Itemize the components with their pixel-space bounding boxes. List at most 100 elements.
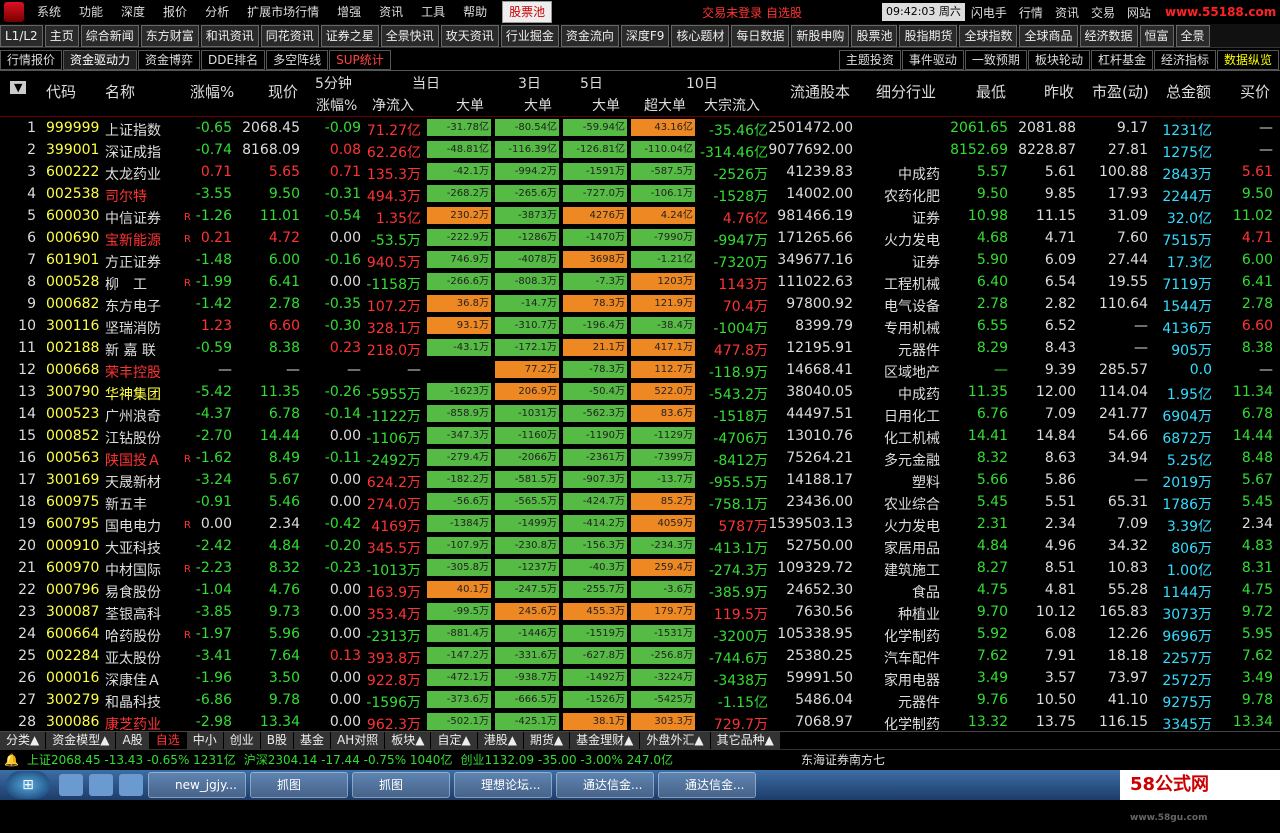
tab-left[interactable]: 行情报价: [0, 49, 63, 70]
tab-left[interactable]: 资金驱动力: [63, 49, 138, 70]
toolbar-button[interactable]: 全球商品: [1019, 24, 1078, 47]
table-row[interactable]: 25 002284 亚太股份 -3.41 7.64 0.13 393.8万 -147.2万 -3…: [0, 645, 1280, 667]
table-row[interactable]: 2 399001 深证成指 -0.74 8168.09 0.08 62.26亿 -48.81亿…: [0, 139, 1280, 161]
table-row[interactable]: 1 999999 上证指数 -0.65 2068.45 -0.09 71.27亿 -31.78…: [0, 117, 1280, 139]
toolbar-button[interactable]: 行业掘金: [500, 24, 559, 47]
menu-trade[interactable]: 交易: [1085, 4, 1121, 21]
toolbar-button[interactable]: 东方财富: [140, 24, 199, 47]
table-row[interactable]: 13 300790 华神集团 -5.42 11.35 -0.26 -5955万 -1623万 2…: [0, 381, 1280, 403]
col-price[interactable]: 现价: [268, 81, 298, 102]
col-float-shares[interactable]: 流通股本: [790, 81, 850, 102]
col-5min-change[interactable]: 涨幅%: [316, 95, 357, 115]
market-tab[interactable]: 港股▲: [477, 732, 524, 749]
table-row[interactable]: 6 000690 宝新能源 R 0.21 4.72 0.00 -53.5万 -222.9万 -12…: [0, 227, 1280, 249]
market-tab[interactable]: 外盘外汇▲: [640, 732, 711, 749]
col-3d-big[interactable]: 大单: [524, 95, 552, 115]
table-row[interactable]: 10 300116 坚瑞消防 1.23 6.60 -0.30 328.1万 93.1万 -310…: [0, 315, 1280, 337]
col-change[interactable]: 涨幅%: [190, 81, 234, 102]
toolbar-button[interactable]: 股票池: [851, 24, 898, 47]
stock-pool-tab[interactable]: 股票池: [502, 1, 553, 23]
toolbar-button[interactable]: 综合新闻: [80, 24, 139, 47]
table-row[interactable]: 9 000682 东方电子 -1.42 2.78 -0.35 107.2万 36.8万 -14.…: [0, 293, 1280, 315]
col-prev-close[interactable]: 昨收: [1044, 81, 1074, 102]
menu-news[interactable]: 资讯: [370, 0, 412, 24]
taskbar-item[interactable]: 通达信金...: [556, 772, 654, 798]
taskbar-item[interactable]: 理想论坛...: [454, 772, 552, 798]
market-tab[interactable]: 基金理财▲: [570, 732, 641, 749]
col-today-big[interactable]: 大单: [456, 95, 484, 115]
market-tab[interactable]: B股: [260, 732, 294, 749]
market-tab[interactable]: 基金: [293, 732, 331, 749]
tab-right[interactable]: 事件驱动: [901, 49, 964, 70]
tab-right[interactable]: 主题投资: [838, 49, 901, 70]
toolbar-button[interactable]: 玫天资讯: [440, 24, 499, 47]
table-row[interactable]: 7 601901 方正证券 -1.48 6.00 -0.16 940.5万 746.9万 -40…: [0, 249, 1280, 271]
toolbar-button[interactable]: L1/L2: [0, 24, 43, 47]
taskbar-item[interactable]: 抓图: [250, 772, 348, 798]
table-row[interactable]: 5 600030 中信证券 R -1.26 11.01 -0.54 1.35亿 230.2万 -3…: [0, 205, 1280, 227]
col-5d-big[interactable]: 大单: [592, 95, 620, 115]
market-tab[interactable]: 创业: [223, 732, 261, 749]
taskbar-item[interactable]: 抓图: [352, 772, 450, 798]
market-tab[interactable]: 分类▲: [0, 732, 47, 749]
tab-left[interactable]: 多空阵线: [266, 49, 329, 70]
toolbar-button[interactable]: 证券之星: [320, 24, 379, 47]
menu-extended-market[interactable]: 扩展市场行情: [238, 0, 328, 24]
table-row[interactable]: 17 300169 天晟新材 -3.24 5.67 0.00 624.2万 -182.2万 -5…: [0, 469, 1280, 491]
table-row[interactable]: 21 600970 中材国际 R -2.23 8.32 -0.23 -1013万 -305.8万…: [0, 557, 1280, 579]
taskbar-item[interactable]: 通达信金...: [658, 772, 756, 798]
table-row[interactable]: 16 000563 陕国投Ａ R -1.62 8.49 -0.11 -2492万 -279.4万…: [0, 447, 1280, 469]
toolbar-button[interactable]: 深度F9: [620, 24, 670, 47]
menu-system[interactable]: 系统: [28, 0, 70, 24]
toolbar-button[interactable]: 新股申购: [791, 24, 850, 47]
sort-toggle-icon[interactable]: ▼: [10, 81, 27, 94]
tab-right[interactable]: 数据纵览: [1216, 49, 1279, 70]
toolbar-button[interactable]: 恒富: [1139, 24, 1174, 47]
market-tab[interactable]: 自选: [149, 732, 187, 749]
table-row[interactable]: 26 000016 深康佳Ａ -1.96 3.50 0.00 922.8万 -472.1万 -9…: [0, 667, 1280, 689]
menu-flash[interactable]: 闪电手: [965, 4, 1013, 21]
col-bid[interactable]: 买价: [1240, 81, 1270, 102]
market-tab[interactable]: 期货▲: [523, 732, 571, 749]
toolbar-button[interactable]: 全景: [1175, 24, 1210, 47]
table-row[interactable]: 11 002188 新 嘉 联 -0.59 8.38 0.23 218.0万 -43.1万 -1…: [0, 337, 1280, 359]
toolbar-button[interactable]: 核心题材: [671, 24, 730, 47]
menu-website[interactable]: 网站: [1121, 4, 1157, 21]
market-tab[interactable]: 板块▲: [385, 732, 432, 749]
col-block-inflow[interactable]: 大宗流入: [704, 95, 760, 115]
menu-depth[interactable]: 深度: [112, 0, 154, 24]
col-pe[interactable]: 市盈(动): [1092, 81, 1149, 102]
market-tab[interactable]: 其它品种▲: [710, 732, 781, 749]
menu-quote[interactable]: 报价: [154, 0, 196, 24]
table-row[interactable]: 23 300087 荃银高科 -3.85 9.73 0.00 353.4万 -99.5万 245…: [0, 601, 1280, 623]
quicklaunch-icon[interactable]: [89, 774, 113, 796]
table-row[interactable]: 28 300086 康芝药业 -2.98 13.34 0.00 962.3万 -502.1万 -…: [0, 711, 1280, 733]
market-tab[interactable]: 资金模型▲: [46, 732, 117, 749]
toolbar-button[interactable]: 同花资讯: [260, 24, 319, 47]
toolbar-button[interactable]: 经济数据: [1079, 24, 1138, 47]
col-low[interactable]: 最低: [976, 81, 1006, 102]
toolbar-button[interactable]: 全球指数: [959, 24, 1018, 47]
tab-left[interactable]: 资金博弈: [138, 49, 201, 70]
table-row[interactable]: 14 000523 广州浪奇 -4.37 6.78 -0.14 -1122万 -858.9万 -…: [0, 403, 1280, 425]
col-super-big[interactable]: 超大单: [644, 95, 686, 115]
table-row[interactable]: 8 000528 柳 工 R -1.99 6.41 0.00 -1158万 -266.6万 -80…: [0, 271, 1280, 293]
menu-enhance[interactable]: 增强: [328, 0, 370, 24]
col-name[interactable]: 名称: [105, 81, 135, 102]
tab-right[interactable]: 板块轮动: [1027, 49, 1090, 70]
menu-help[interactable]: 帮助: [454, 0, 496, 24]
tab-left[interactable]: SUP统计: [329, 49, 391, 70]
table-row[interactable]: 24 600664 哈药股份 R -1.97 5.96 0.00 -2313万 -881.4万 -…: [0, 623, 1280, 645]
menu-analysis[interactable]: 分析: [196, 0, 238, 24]
menu-info[interactable]: 资讯: [1049, 4, 1085, 21]
quicklaunch-icon[interactable]: [119, 774, 143, 796]
tab-right[interactable]: 经济指标: [1153, 49, 1216, 70]
col-amount[interactable]: 总金额: [1166, 81, 1211, 102]
table-row[interactable]: 12 000668 荣丰控股 — — — — 77.2万 -78.3万 112.7万 -118.9万…: [0, 359, 1280, 381]
col-industry[interactable]: 细分行业: [876, 81, 936, 102]
market-tab[interactable]: A股: [116, 732, 150, 749]
col-code[interactable]: 代码: [46, 81, 76, 102]
alert-icon[interactable]: 🔔: [4, 753, 19, 767]
tab-right[interactable]: 杠杆基金: [1090, 49, 1153, 70]
table-row[interactable]: 27 300279 和晶科技 -6.86 9.78 0.00 -1596万 -373.6万 -6…: [0, 689, 1280, 711]
